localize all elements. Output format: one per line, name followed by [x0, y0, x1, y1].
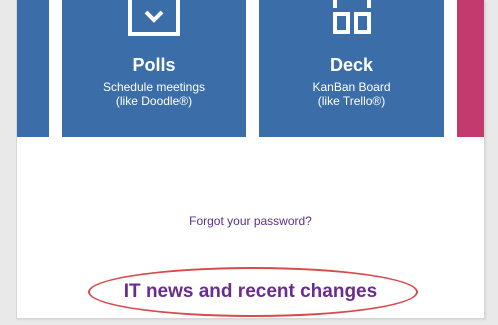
- tile-description: KanBan Board (like Trello®): [259, 80, 444, 108]
- tile-description-line: (like Doodle®): [115, 94, 193, 108]
- login-page: Polls Schedule meetings (like Doodle®) D…: [16, 0, 485, 319]
- tile-description-line: Schedule meetings: [102, 80, 206, 94]
- polls-tile[interactable]: Polls Schedule meetings (like Doodle®): [62, 0, 246, 137]
- tile-title: Polls: [132, 55, 176, 75]
- tile-description-line: (like Trello®): [317, 94, 386, 108]
- deck-board-icon: [332, 0, 371, 34]
- it-news-link[interactable]: IT news and recent changes: [17, 281, 484, 303]
- forgot-password-link[interactable]: Forgot your password?: [17, 214, 484, 228]
- app-tile-partial-left[interactable]: [17, 0, 49, 137]
- poll-calendar-icon: [128, 0, 180, 36]
- tile-description: Schedule meetings (like Doodle®): [62, 80, 246, 108]
- tile-title: Deck: [329, 55, 374, 75]
- tile-description-line: KanBan Board: [312, 80, 391, 94]
- deck-tile[interactable]: Deck KanBan Board (like Trello®): [259, 0, 444, 137]
- app-tile-partial-right[interactable]: [457, 0, 484, 137]
